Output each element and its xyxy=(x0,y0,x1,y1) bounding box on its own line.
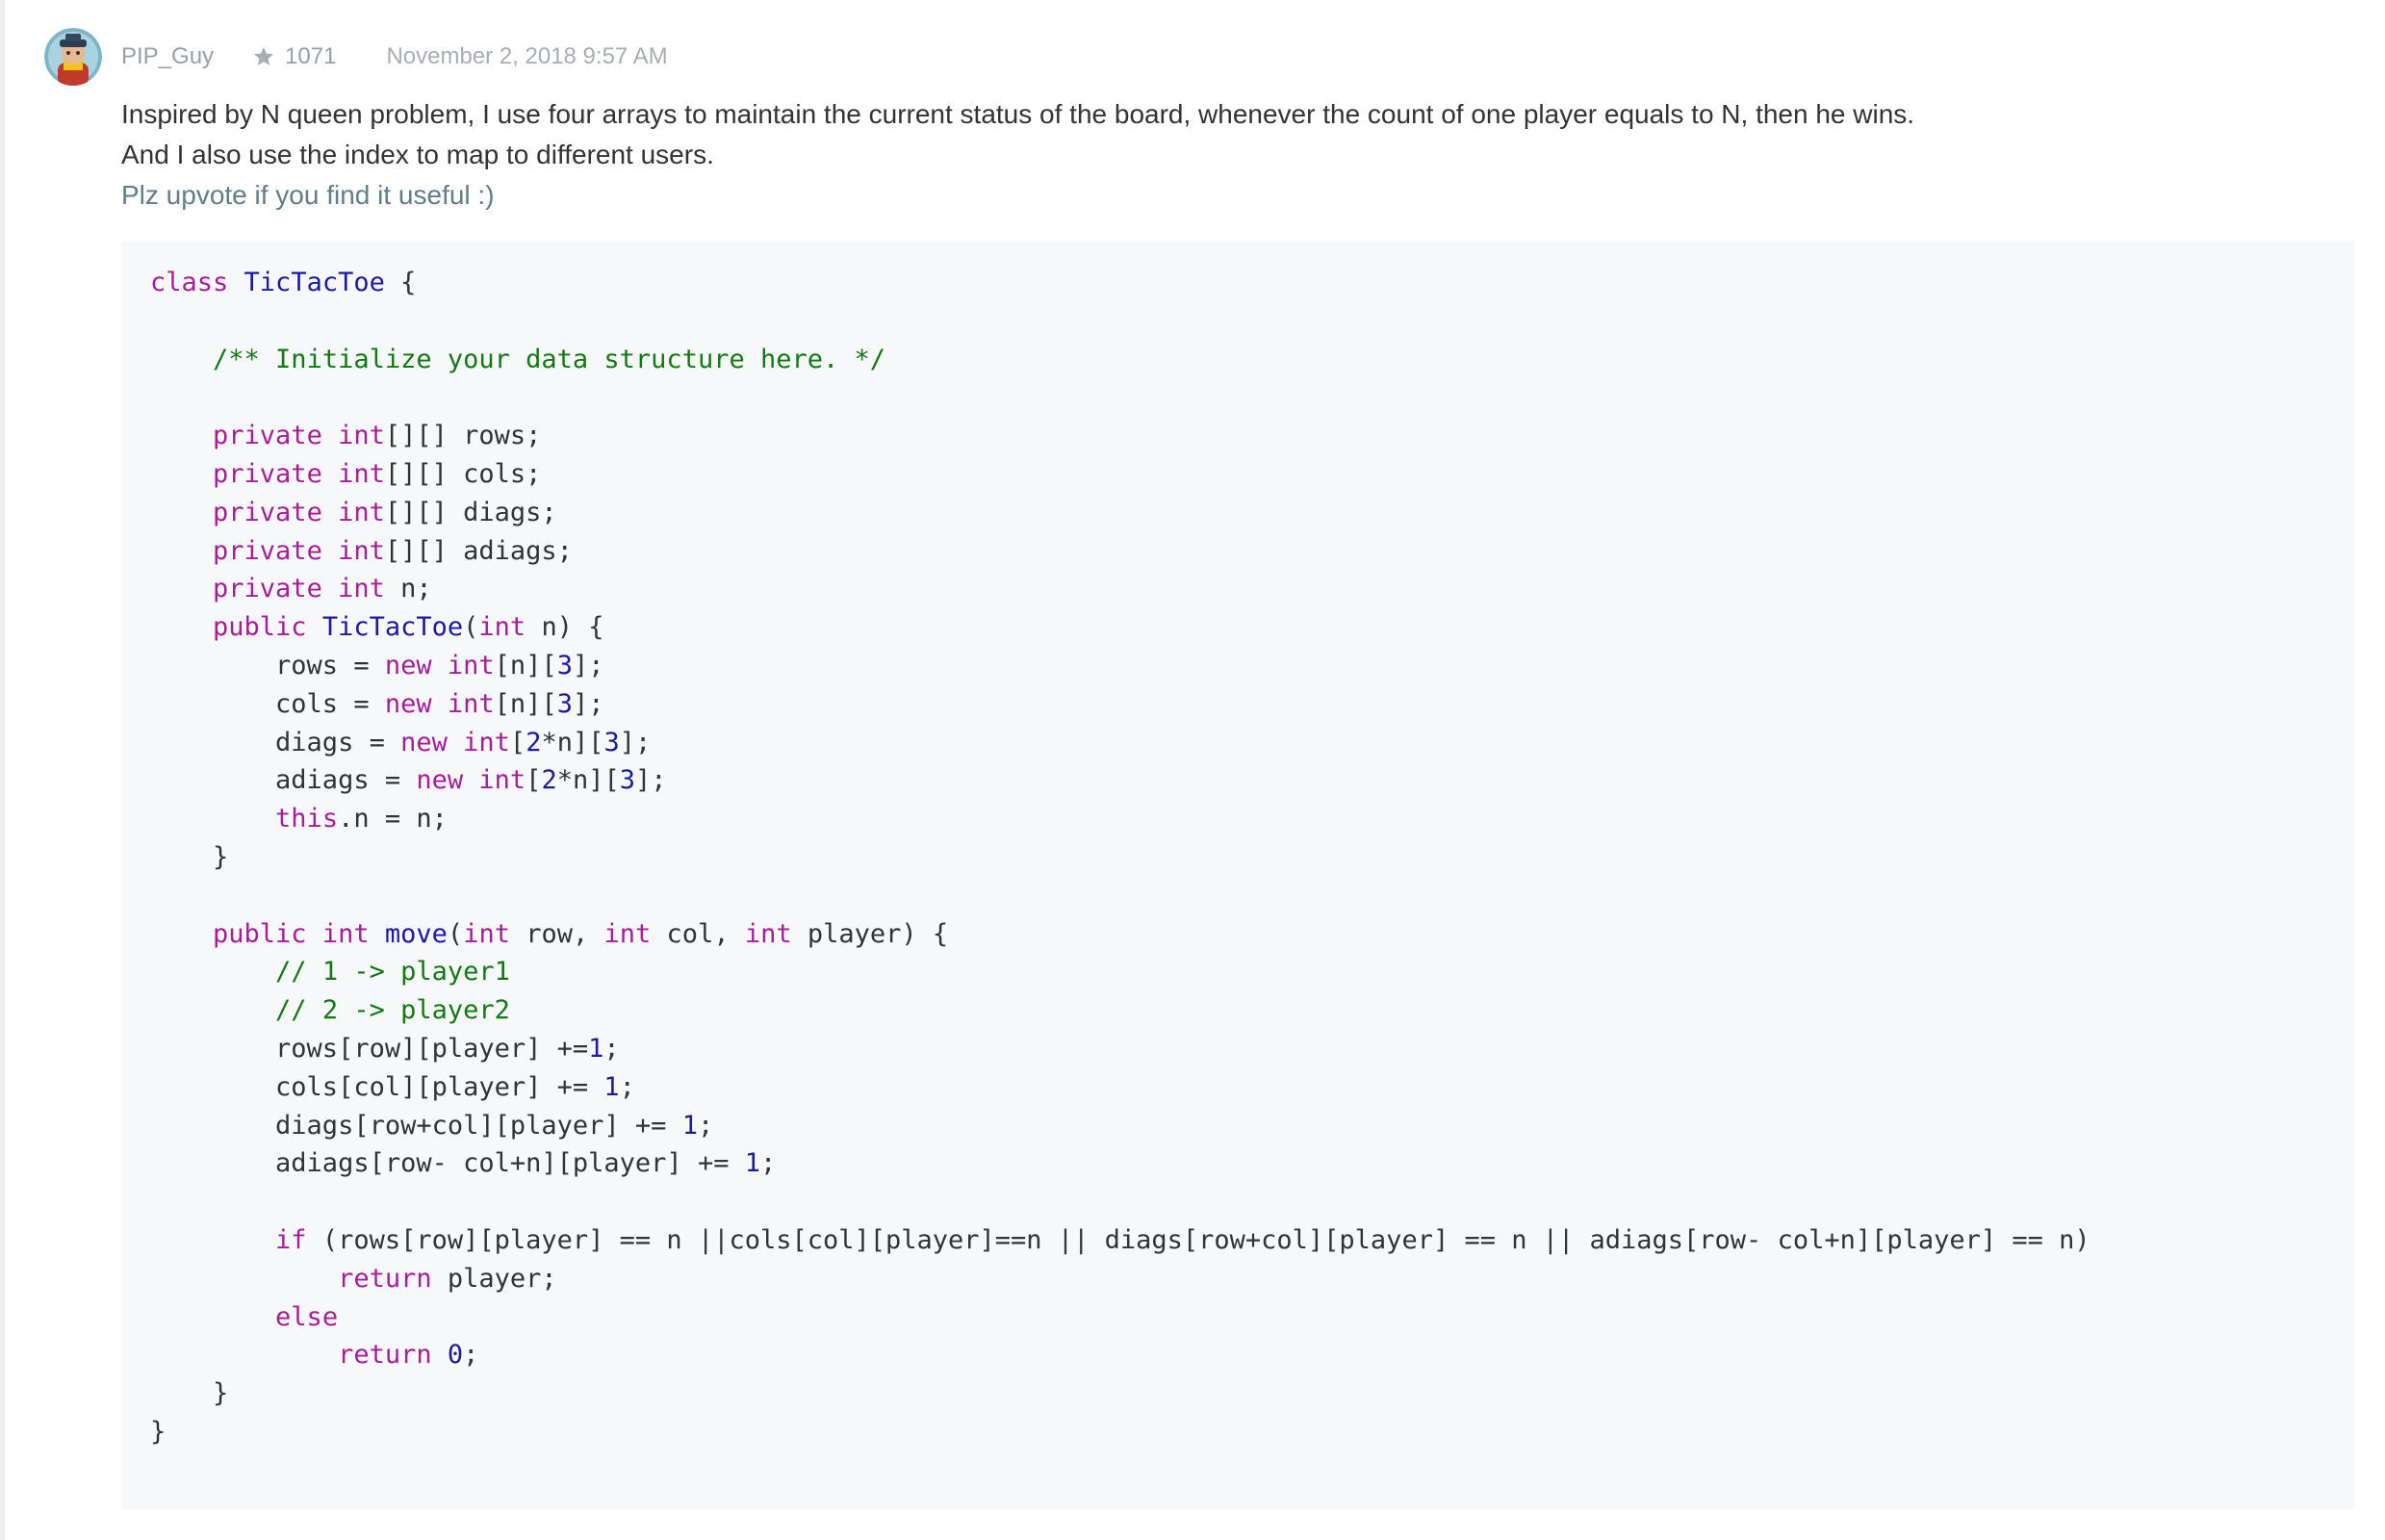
code-line: /** Initialize your data structure here.… xyxy=(213,344,886,374)
code-line: class TicTacToe { xyxy=(150,268,417,297)
author-name[interactable]: PIP_Guy xyxy=(121,43,214,70)
code-line: } xyxy=(150,1416,167,1447)
code-line: } xyxy=(150,1378,229,1409)
code-line: if (rows[row][player] == n ||cols[col][p… xyxy=(275,1224,2090,1255)
code-line: public int move(int row, int col, int pl… xyxy=(213,918,949,949)
code-line: this.n = n; xyxy=(275,804,448,834)
code-line: return 0; xyxy=(338,1340,479,1371)
post-header: PIP_Guy 1071 November 2, 2018 9:57 AM xyxy=(44,27,2354,87)
left-border xyxy=(0,0,5,1540)
code-line: // 1 -> player1 xyxy=(275,957,510,988)
code-line: diags[row+col][player] += 1; xyxy=(150,1110,714,1141)
code-line: rows = new int[n][3]; xyxy=(150,650,604,680)
code-line: private int[][] diags; xyxy=(213,497,557,527)
code-line: diags = new int[2*n][3]; xyxy=(150,727,652,757)
code-line: return player; xyxy=(338,1263,557,1294)
code-line: cols = new int[n][3]; xyxy=(150,688,604,719)
code-line: // 2 -> player2 xyxy=(275,995,510,1026)
post-content: Inspired by N queen problem, I use four … xyxy=(121,94,2354,1509)
code-line: adiags[row- col+n][player] += 1; xyxy=(150,1148,777,1179)
reputation-count: 1071 xyxy=(285,43,337,69)
code-line: private int n; xyxy=(213,574,432,604)
code-line: cols[col][player] += 1; xyxy=(150,1071,635,1102)
post-date: November 2, 2018 9:57 AM xyxy=(386,43,668,69)
star-icon xyxy=(254,47,274,65)
code-line: private int[][] adiags; xyxy=(213,535,573,566)
code-line: else xyxy=(275,1301,339,1332)
user-avatar[interactable] xyxy=(44,28,102,86)
code-block[interactable]: class TicTacToe { /** Initialize your da… xyxy=(121,241,2354,1509)
discussion-post: PIP_Guy 1071 November 2, 2018 9:57 AM In… xyxy=(44,27,2354,1509)
reputation: 1071 xyxy=(252,43,336,70)
avatar-icon xyxy=(44,28,102,86)
code-line: rows[row][player] +=1; xyxy=(150,1033,620,1064)
code-line: private int[][] cols; xyxy=(213,458,542,489)
code-line: } xyxy=(150,841,229,872)
post-paragraph: Inspired by N queen problem, I use four … xyxy=(121,99,1915,129)
code-line: adiags = new int[2*n][3]; xyxy=(150,765,667,796)
code-line: public TicTacToe(int n) { xyxy=(213,612,604,643)
code-line: private int[][] rows; xyxy=(213,421,542,451)
post-paragraph: And I also use the index to map to diffe… xyxy=(121,140,714,169)
post-paragraph: Plz upvote if you find it useful :) xyxy=(121,180,495,210)
